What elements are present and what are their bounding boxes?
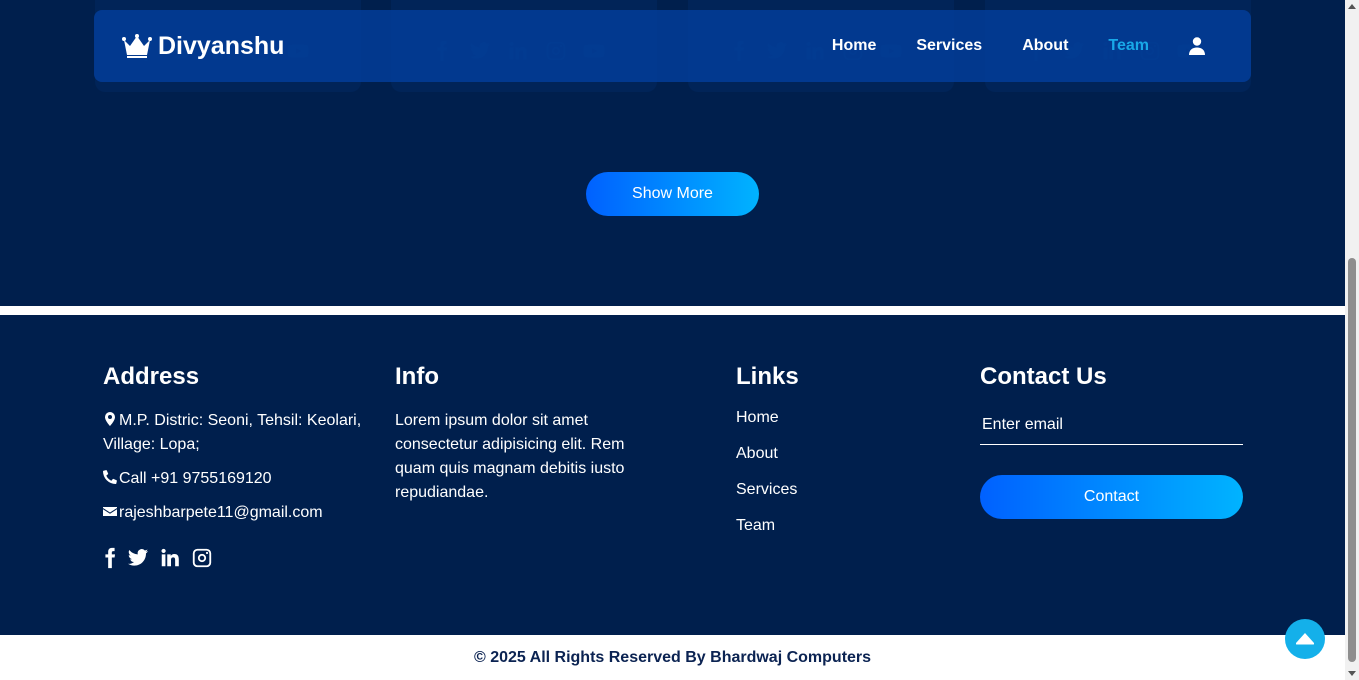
crown-icon (122, 34, 152, 58)
contact-title: Contact Us (980, 363, 1107, 390)
info-title: Info (395, 363, 439, 390)
page-scrollbar[interactable] (1345, 0, 1359, 680)
scroll-top-button[interactable] (1285, 619, 1325, 659)
linkedin-icon[interactable] (159, 547, 181, 569)
address-title: Address (103, 363, 200, 390)
show-more-button[interactable]: Show More (586, 172, 759, 216)
nav-about[interactable]: About (1022, 37, 1068, 55)
nav-team[interactable]: Team (1108, 37, 1149, 55)
address-email: rajeshbarpete11@gmail.com (103, 501, 373, 525)
map-marker-icon (105, 412, 115, 426)
scrollbar-thumb[interactable] (1348, 258, 1356, 662)
footer-links: Links Home About Services Team (736, 363, 936, 553)
brand-logo[interactable]: Divyanshu (122, 32, 284, 61)
nav-links: Home Services About Team (792, 37, 1223, 55)
copyright-text: © 2025 All Rights Reserved By Bhardwaj C… (0, 635, 1345, 680)
instagram-icon[interactable] (191, 547, 213, 569)
brand-name: Divyanshu (158, 31, 285, 60)
section-divider (0, 306, 1345, 315)
twitter-icon[interactable] (127, 547, 149, 569)
caret-up-icon (1296, 633, 1314, 645)
info-text: Lorem ipsum dolor sit amet consectetur a… (395, 412, 625, 501)
nav-services[interactable]: Services (916, 37, 982, 55)
envelope-icon (103, 507, 117, 516)
address-phone: Call +91 9755169120 (103, 467, 373, 491)
footer-address: Address M.P. Distric: Seoni, Tehsil: Keo… (103, 363, 373, 569)
footer-socials (103, 547, 373, 569)
footer: Address M.P. Distric: Seoni, Tehsil: Keo… (0, 315, 1345, 635)
email-field[interactable] (980, 405, 1243, 445)
footer-contact: Contact Us Contact (980, 363, 1243, 519)
scroll-down-arrow[interactable] (1348, 671, 1356, 676)
footer-link-services[interactable]: Services (736, 481, 936, 499)
scroll-up-arrow[interactable] (1348, 4, 1356, 9)
contact-button[interactable]: Contact (980, 475, 1243, 519)
footer-link-about[interactable]: About (736, 445, 936, 463)
footer-info: Info Lorem ipsum dolor sit amet consecte… (395, 363, 655, 505)
user-icon[interactable] (1189, 37, 1205, 55)
links-title: Links (736, 363, 799, 390)
facebook-icon[interactable] (103, 547, 117, 569)
nav-home[interactable]: Home (832, 37, 876, 55)
address-location: M.P. Distric: Seoni, Tehsil: Keolari, Vi… (103, 412, 362, 453)
footer-link-team[interactable]: Team (736, 517, 936, 535)
navbar: Divyanshu Home Services About Team (94, 10, 1251, 82)
footer-link-home[interactable]: Home (736, 409, 936, 427)
phone-icon (103, 470, 117, 484)
